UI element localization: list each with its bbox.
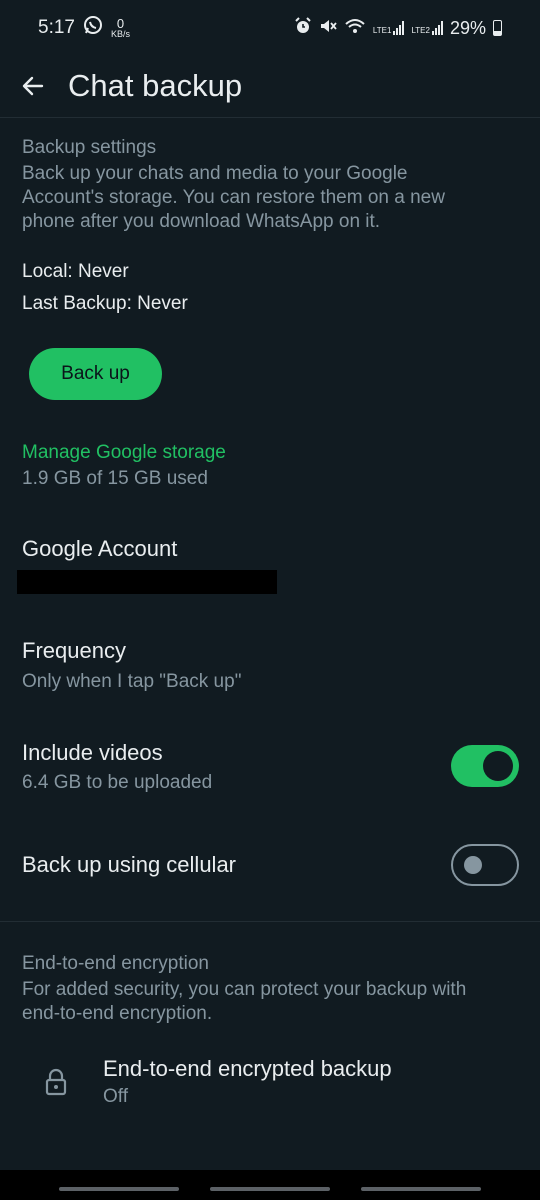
mute-icon (319, 17, 337, 40)
status-right: LTE1 LTE2 29% (294, 16, 502, 40)
divider (0, 117, 540, 118)
backup-description-line2: Account's storage. You can restore them … (22, 187, 445, 208)
manage-google-storage-link[interactable]: Manage Google storage (22, 441, 226, 465)
backup-description-line1: Back up your chats and media to your Goo… (22, 163, 408, 184)
status-left: 5:17 0 KB/s (38, 15, 130, 41)
frequency-value: Only when I tap "Back up" (22, 671, 242, 692)
back-button[interactable] (2, 56, 64, 116)
nav-recents-pill[interactable] (59, 1187, 179, 1191)
net-speed-unit: KB/s (110, 28, 130, 39)
section-heading-encryption: End-to-end encryption (22, 953, 209, 974)
signal-icon (431, 21, 443, 35)
backup-description-line3: phone after you download WhatsApp on it. (22, 211, 381, 232)
section-heading-backup-settings: Backup settings (22, 137, 157, 158)
app-bar: Chat backup (0, 56, 540, 116)
sim1-label: LTE1 (372, 26, 392, 35)
nav-back-pill[interactable] (361, 1187, 481, 1191)
status-bar: 5:17 0 KB/s LTE1 LTE2 29% (0, 0, 540, 56)
storage-usage: 1.9 GB of 15 GB used (22, 468, 208, 489)
cellular-title: Back up using cellular (22, 852, 237, 877)
net-speed-value: 0 (116, 15, 125, 31)
sim2-signal: LTE2 (411, 21, 443, 35)
alarm-icon (294, 16, 312, 40)
page-title: Chat backup (68, 68, 243, 103)
net-speed: 0 KB/s (110, 15, 130, 39)
system-nav-bar (0, 1170, 540, 1200)
sim1-signal: LTE1 (373, 21, 405, 35)
encryption-description-line1: For added security, you can protect your… (22, 979, 467, 1000)
arrow-left-icon (22, 76, 44, 96)
sim2-label: LTE2 (411, 26, 430, 35)
signal-icon (393, 21, 405, 35)
e2e-backup-title[interactable]: End-to-end encrypted backup (103, 1056, 392, 1082)
include-videos-subtitle: 6.4 GB to be uploaded (22, 772, 213, 793)
google-account-redacted (17, 570, 277, 594)
cellular-toggle[interactable] (451, 844, 519, 886)
battery-percent: 29% (449, 17, 486, 38)
battery-icon (493, 20, 502, 36)
e2e-backup-value: Off (103, 1086, 128, 1107)
toggle-knob (464, 856, 482, 874)
toggle-knob (483, 751, 513, 781)
back-up-button[interactable]: Back up (29, 348, 162, 400)
lock-icon (44, 1068, 68, 1096)
wifi-icon (344, 17, 366, 40)
divider (0, 921, 540, 922)
google-account-title[interactable]: Google Account (22, 536, 177, 562)
frequency-title[interactable]: Frequency (22, 638, 126, 664)
nav-home-pill[interactable] (210, 1187, 330, 1191)
whatsapp-icon (83, 15, 103, 41)
include-videos-toggle[interactable] (451, 745, 519, 787)
encryption-description-line2: end-to-end encryption. (22, 1003, 213, 1024)
chat-backup-screen: 5:17 0 KB/s LTE1 LTE2 29% Chat backup Ba… (0, 0, 540, 1200)
local-backup-status: Local: Never (22, 261, 129, 282)
status-time: 5:17 (38, 17, 75, 38)
include-videos-title: Include videos (22, 740, 163, 765)
last-backup-status: Last Backup: Never (22, 293, 188, 314)
